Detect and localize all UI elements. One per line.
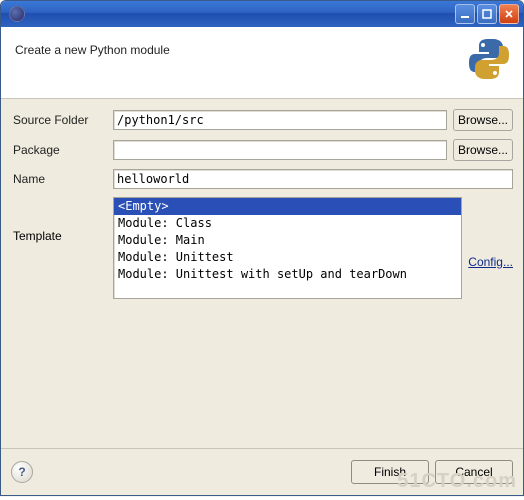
label-template: Template [13, 197, 113, 243]
browse-package-button[interactable]: Browse... [453, 139, 513, 161]
python-icon [465, 35, 513, 83]
template-option[interactable]: Module: Main [114, 232, 461, 249]
finish-button[interactable]: Finish [351, 460, 429, 484]
label-source-folder: Source Folder [13, 113, 113, 127]
label-package: Package [13, 143, 113, 157]
dialog-header: Create a new Python module [1, 27, 523, 99]
dialog-footer: ? Finish Cancel 51CTO.com [1, 449, 523, 495]
dialog-heading: Create a new Python module [15, 43, 509, 57]
row-name: Name [13, 169, 513, 189]
template-option[interactable]: Module: Unittest [114, 249, 461, 266]
template-listbox[interactable]: <Empty>Module: ClassModule: MainModule: … [113, 197, 462, 299]
template-option[interactable]: Module: Unittest with setUp and tearDown [114, 266, 461, 283]
name-input[interactable] [113, 169, 513, 189]
package-input[interactable] [113, 140, 447, 160]
source-folder-input[interactable] [113, 110, 447, 130]
eclipse-icon [9, 6, 25, 22]
help-button[interactable]: ? [11, 461, 33, 483]
close-button[interactable] [499, 4, 519, 24]
dialog-window: Create a new Python module Source Folder… [0, 0, 524, 496]
titlebar[interactable] [1, 1, 523, 27]
form-area: Source Folder Browse... Package Browse..… [1, 99, 523, 448]
label-name: Name [13, 172, 113, 186]
row-source-folder: Source Folder Browse... [13, 109, 513, 131]
row-package: Package Browse... [13, 139, 513, 161]
minimize-button[interactable] [455, 4, 475, 24]
template-option[interactable]: <Empty> [114, 198, 461, 215]
row-template: Template <Empty>Module: ClassModule: Mai… [13, 197, 513, 299]
template-option[interactable]: Module: Class [114, 215, 461, 232]
cancel-button[interactable]: Cancel [435, 460, 513, 484]
config-link[interactable]: Config... [468, 227, 513, 269]
maximize-button[interactable] [477, 4, 497, 24]
browse-source-folder-button[interactable]: Browse... [453, 109, 513, 131]
